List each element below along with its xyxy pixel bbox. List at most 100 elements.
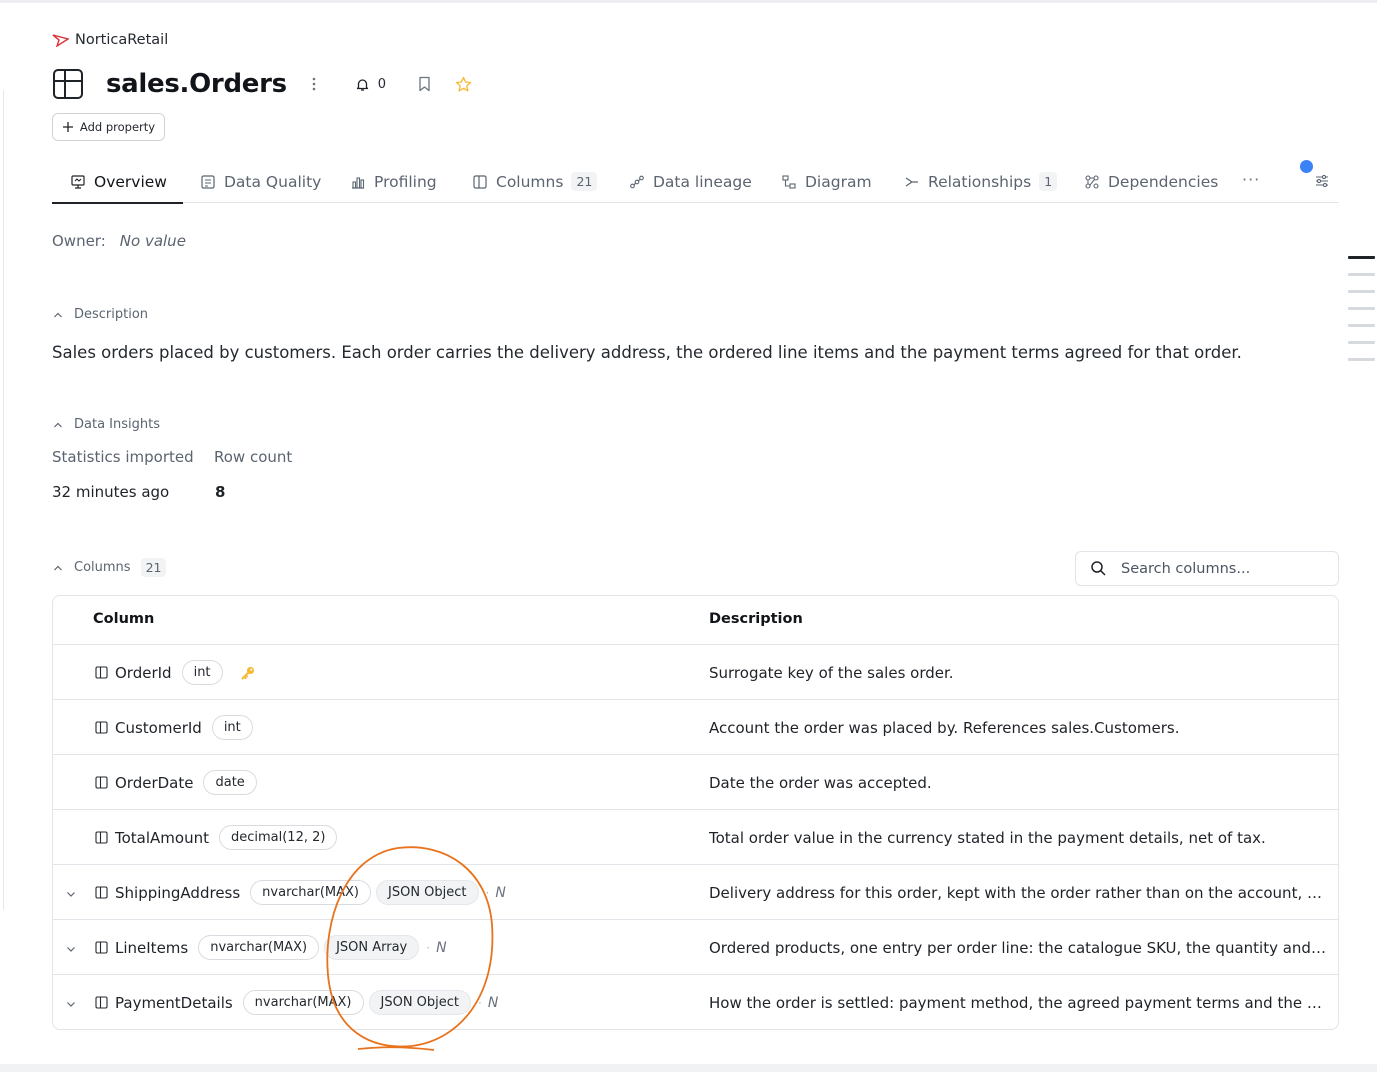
owner-value[interactable]: No value <box>120 232 186 250</box>
notifications-button[interactable]: 0 <box>355 77 386 92</box>
table-row[interactable]: ShippingAddress nvarchar(MAX) JSON Object ·… <box>53 865 1338 920</box>
description-value: Delivery address for this order, kept wi… <box>709 883 1329 902</box>
column-description[interactable]: Ordered products, one entry per order li… <box>709 920 1329 975</box>
nullable-indicator: N <box>436 939 447 956</box>
description-text[interactable]: Sales orders placed by customers. Each o… <box>52 343 1242 362</box>
column-cell: OrderId int <box>95 645 256 700</box>
table-row[interactable]: LineItems nvarchar(MAX) JSON Array · N Ordere… <box>53 920 1338 975</box>
profiling-icon <box>350 174 366 190</box>
tab-profiling[interactable]: Profiling <box>350 160 437 203</box>
star-icon[interactable] <box>455 76 472 93</box>
chevron-down-icon[interactable] <box>65 885 77 904</box>
diagram-icon <box>781 174 797 190</box>
json-type-badge: JSON Array <box>324 935 420 960</box>
more-tabs-icon[interactable]: ··· <box>1242 170 1260 189</box>
table-row[interactable]: OrderDate date Date the order was accepted… <box>53 755 1338 810</box>
tab-data-lineage[interactable]: Data lineage <box>629 160 752 203</box>
add-property-button[interactable]: Add property <box>52 113 165 141</box>
description-header[interactable]: Description <box>709 611 803 627</box>
bookmark-icon[interactable] <box>418 76 431 92</box>
tab-columns[interactable]: Columns 21 <box>472 160 598 203</box>
bell-icon <box>355 77 370 92</box>
primary-key-icon <box>240 665 256 681</box>
chevron-down-icon[interactable] <box>65 940 77 959</box>
minimap-line[interactable] <box>1348 341 1375 344</box>
column-description[interactable]: Total order value in the currency stated… <box>709 810 1329 865</box>
tab-label: Dependencies <box>1108 172 1219 191</box>
search-columns-input[interactable] <box>1121 560 1321 577</box>
insights-heading: Data Insights <box>74 417 160 432</box>
description-section-toggle[interactable]: Description <box>52 307 148 322</box>
description-value: How the order is settled: payment method… <box>709 993 1329 1012</box>
relationships-icon <box>904 174 920 190</box>
column-cell: LineItems nvarchar(MAX) JSON Array · N <box>95 920 447 975</box>
tab-dependencies[interactable]: Dependencies <box>1084 160 1218 203</box>
minimap-line[interactable] <box>1348 307 1375 310</box>
tab-relationships[interactable]: Relationships 1 <box>904 160 1058 203</box>
column-icon <box>95 776 108 789</box>
column-name[interactable]: OrderId <box>115 664 172 682</box>
search-columns-box[interactable] <box>1075 551 1339 586</box>
column-description[interactable]: Account the order was placed by. Referen… <box>709 700 1329 755</box>
minimap-line[interactable] <box>1348 256 1375 259</box>
column-description[interactable]: How the order is settled: payment method… <box>709 975 1329 1029</box>
owner-field: Owner: No value <box>52 232 186 250</box>
minimap-line[interactable] <box>1348 324 1375 327</box>
column-name[interactable]: OrderDate <box>115 774 193 792</box>
separator-dot: · <box>426 940 431 955</box>
column-description[interactable]: Delivery address for this order, kept wi… <box>709 865 1329 920</box>
tab-diagram[interactable]: Diagram <box>781 160 872 203</box>
tab-label: Relationships <box>928 172 1032 191</box>
status-dot <box>1300 160 1313 173</box>
column-name[interactable]: LineItems <box>115 939 188 957</box>
tab-label: Columns <box>496 172 564 191</box>
breadcrumb[interactable]: NorticaRetail <box>52 32 168 48</box>
more-options-icon[interactable] <box>307 77 321 91</box>
minimap-line[interactable] <box>1348 358 1375 361</box>
tab-relationships-count: 1 <box>1039 172 1058 191</box>
table-icon <box>52 68 84 100</box>
add-property-label: Add property <box>79 120 156 134</box>
column-name[interactable]: PaymentDetails <box>115 994 233 1012</box>
tab-columns-count: 21 <box>571 172 598 191</box>
column-name[interactable]: CustomerId <box>115 719 202 737</box>
tab-label: Profiling <box>374 172 437 191</box>
column-icon <box>95 941 108 954</box>
dependencies-icon <box>1084 174 1100 190</box>
column-description[interactable]: Surrogate key of the sales order. <box>709 645 1329 700</box>
chevron-up-icon <box>52 309 64 321</box>
data-type-badge: nvarchar(MAX) <box>198 935 320 960</box>
columns-section-toggle[interactable]: Columns 21 <box>52 558 167 577</box>
insights-section-toggle[interactable]: Data Insights <box>52 417 160 432</box>
column-name[interactable]: TotalAmount <box>115 829 209 847</box>
table-row[interactable]: PaymentDetails nvarchar(MAX) JSON Object · N… <box>53 975 1338 1029</box>
section-minimap[interactable] <box>1348 256 1375 375</box>
description-value: Surrogate key of the sales order. <box>709 663 954 682</box>
column-name[interactable]: ShippingAddress <box>115 884 240 902</box>
bottom-bar <box>0 1064 1377 1072</box>
column-icon <box>95 666 108 679</box>
table-row[interactable]: OrderId int Surrogate key of the sales ord… <box>53 645 1338 700</box>
top-border <box>0 0 1377 3</box>
column-description[interactable]: Date the order was accepted. <box>709 755 1329 810</box>
tab-data-quality[interactable]: Data Quality <box>200 160 321 203</box>
breadcrumb-datasource[interactable]: NorticaRetail <box>75 32 168 48</box>
data-type-badge: int <box>211 715 253 740</box>
description-heading: Description <box>74 307 149 322</box>
column-header[interactable]: Column <box>93 611 154 627</box>
chevron-up-icon <box>52 419 64 431</box>
owner-label: Owner: <box>52 232 106 250</box>
minimap-line[interactable] <box>1348 290 1375 293</box>
row-count-label: Row count <box>214 448 293 466</box>
column-cell: TotalAmount decimal(12, 2) <box>95 810 342 865</box>
tab-label: Data lineage <box>653 172 752 191</box>
sliders-icon[interactable] <box>1314 173 1330 189</box>
data-quality-icon <box>200 174 216 190</box>
datasource-icon <box>52 33 69 47</box>
chevron-down-icon[interactable] <box>65 995 77 1014</box>
table-row[interactable]: CustomerId int Account the order was place… <box>53 700 1338 755</box>
tab-overview[interactable]: Overview <box>52 160 183 204</box>
description-value: Date the order was accepted. <box>709 773 932 792</box>
table-row[interactable]: TotalAmount decimal(12, 2) Total order val… <box>53 810 1338 865</box>
minimap-line[interactable] <box>1348 273 1375 276</box>
